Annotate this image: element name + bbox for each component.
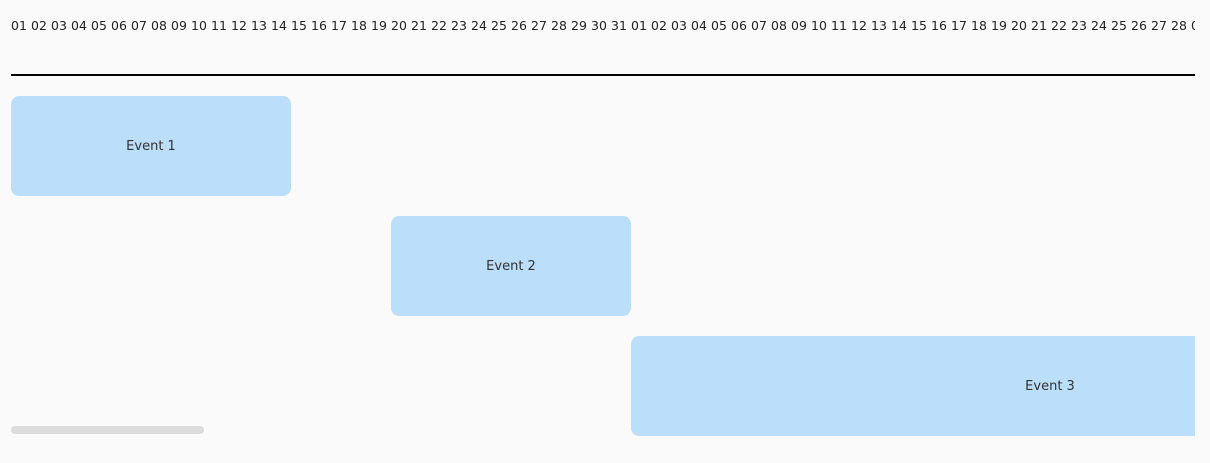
day-label: 0 xyxy=(1191,18,1195,33)
day-label: 23 xyxy=(451,18,467,33)
day-label: 15 xyxy=(291,18,307,33)
event-label: Event 1 xyxy=(126,138,176,154)
timeline-axis-line xyxy=(11,74,1195,76)
day-label: 16 xyxy=(931,18,947,33)
timeline: 01 02 03 04 05 06 07 08 09 10 11 12 13 14 15 16 17 18 19 20… xyxy=(11,0,1195,463)
day-label: 02 xyxy=(651,18,667,33)
day-label: 13 xyxy=(251,18,267,33)
day-label: 06 xyxy=(731,18,747,33)
day-label: 14 xyxy=(891,18,907,33)
horizontal-scrollbar[interactable] xyxy=(11,426,204,434)
day-label: 22 xyxy=(1051,18,1067,33)
day-label: 25 xyxy=(491,18,507,33)
day-label: 25 xyxy=(1111,18,1127,33)
event-bar[interactable]: Event 3 xyxy=(631,336,1195,436)
day-label: 12 xyxy=(231,18,247,33)
day-label: 28 xyxy=(1171,18,1187,33)
day-label: 09 xyxy=(171,18,187,33)
day-label: 14 xyxy=(271,18,287,33)
day-label: 06 xyxy=(111,18,127,33)
day-label: 12 xyxy=(851,18,867,33)
day-label: 19 xyxy=(371,18,387,33)
day-label: 18 xyxy=(971,18,987,33)
day-label: 20 xyxy=(391,18,407,33)
day-label: 26 xyxy=(511,18,527,33)
day-label: 16 xyxy=(311,18,327,33)
day-label: 28 xyxy=(551,18,567,33)
event-bar[interactable]: Event 2 xyxy=(391,216,631,316)
day-label: 08 xyxy=(151,18,167,33)
event-label: Event 2 xyxy=(486,258,536,274)
day-label: 01 xyxy=(631,18,647,33)
day-label: 04 xyxy=(691,18,707,33)
day-label: 21 xyxy=(411,18,427,33)
day-label: 23 xyxy=(1071,18,1087,33)
day-label: 31 xyxy=(611,18,627,33)
day-label: 15 xyxy=(911,18,927,33)
day-label: 07 xyxy=(131,18,147,33)
day-label: 27 xyxy=(531,18,547,33)
day-label: 24 xyxy=(471,18,487,33)
day-label: 09 xyxy=(791,18,807,33)
day-label: 03 xyxy=(671,18,687,33)
day-label: 26 xyxy=(1131,18,1147,33)
day-label: 03 xyxy=(51,18,67,33)
day-label: 19 xyxy=(991,18,1007,33)
day-label: 21 xyxy=(1031,18,1047,33)
day-label: 07 xyxy=(751,18,767,33)
day-label: 30 xyxy=(591,18,607,33)
day-label: 04 xyxy=(71,18,87,33)
day-label: 17 xyxy=(331,18,347,33)
timeline-header: 01 02 03 04 05 06 07 08 09 10 11 12 13 14 15 16 17 18 19 20… xyxy=(11,0,1195,76)
day-label: 20 xyxy=(1011,18,1027,33)
day-label: 10 xyxy=(811,18,827,33)
event-bar[interactable]: Event 1 xyxy=(11,96,291,196)
day-label: 18 xyxy=(351,18,367,33)
day-label: 13 xyxy=(871,18,887,33)
day-label: 10 xyxy=(191,18,207,33)
day-label: 05 xyxy=(711,18,727,33)
day-label: 29 xyxy=(571,18,587,33)
event-label: Event 3 xyxy=(1025,378,1075,394)
day-label: 17 xyxy=(951,18,967,33)
day-label: 11 xyxy=(211,18,227,33)
day-label: 08 xyxy=(771,18,787,33)
day-label: 24 xyxy=(1091,18,1107,33)
day-label: 27 xyxy=(1151,18,1167,33)
day-label: 05 xyxy=(91,18,107,33)
day-label: 11 xyxy=(831,18,847,33)
day-label: 02 xyxy=(31,18,47,33)
day-label: 01 xyxy=(11,18,27,33)
day-label: 22 xyxy=(431,18,447,33)
